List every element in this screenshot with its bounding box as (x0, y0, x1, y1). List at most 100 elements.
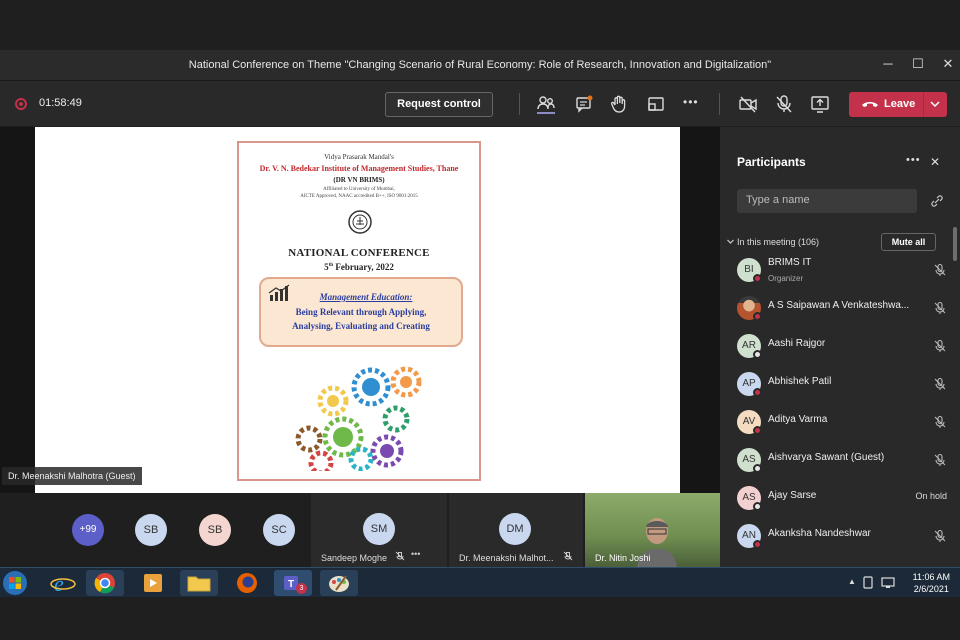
internet-explorer-app[interactable]: e (44, 570, 82, 596)
panel-more-button[interactable]: ••• (906, 154, 921, 166)
mic-off-icon[interactable] (933, 301, 947, 315)
poster-short-name: (DR VN BRIMS) (333, 176, 385, 184)
window-title-bar: National Conference on Theme "Changing S… (0, 50, 960, 80)
participant-name: Akanksha Nandeshwar (768, 528, 871, 539)
chevron-down-icon[interactable] (930, 101, 940, 108)
participant-search-input[interactable]: Type a name (737, 189, 917, 213)
media-player-app[interactable] (134, 570, 172, 596)
video-tile[interactable]: SM Sandeep Moghe ••• (311, 493, 447, 567)
poster-date: 5th February, 2022 (324, 262, 394, 272)
svg-text:e: e (54, 571, 64, 596)
panel-title: Participants (737, 155, 806, 169)
tile-more-button[interactable]: ••• (411, 549, 420, 559)
firefox-app[interactable] (228, 570, 266, 596)
minimize-button[interactable]: ─ (878, 56, 898, 74)
tray-expand-icon[interactable]: ▲ (848, 577, 856, 586)
share-screen-icon[interactable] (810, 94, 830, 114)
teams-app[interactable]: T 3 (274, 570, 312, 596)
leave-label: Leave (884, 98, 916, 110)
panel-close-button[interactable]: ✕ (930, 155, 940, 169)
mic-off-icon[interactable] (774, 94, 794, 114)
participant-row[interactable]: AV Aditya Varma (737, 406, 947, 444)
device-icon[interactable] (862, 576, 874, 589)
participants-panel: Participants ••• ✕ Type a name In this m… (720, 127, 960, 567)
presence-status-icon (753, 274, 762, 283)
clock-date: 2/6/2021 (913, 584, 949, 594)
request-control-button[interactable]: Request control (385, 92, 493, 117)
paint-app[interactable] (320, 570, 358, 596)
recording-icon (15, 98, 27, 110)
participant-name: Abhishek Patil (768, 376, 832, 387)
windows-start-icon[interactable] (2, 570, 28, 596)
mic-off-icon[interactable] (933, 529, 947, 543)
internet-explorer-icon: e (50, 571, 76, 596)
poster-event: NATIONAL CONFERENCE (288, 247, 430, 259)
mic-off-icon[interactable] (933, 263, 947, 277)
poster-affiliation-2: AICTE Approved, NAAC accredited B++, ISO… (300, 194, 418, 199)
participant-name: Aditya Varma (768, 414, 828, 425)
participant-row[interactable]: BI BRIMS IT Organizer (737, 254, 947, 292)
mic-off-icon[interactable] (933, 339, 947, 353)
participant-row[interactable]: AS Aishvarya Sawant (Guest) (737, 444, 947, 482)
participant-row[interactable]: A S Saipawan A Venkateshwa... (737, 292, 947, 330)
presence-status-icon (753, 312, 762, 321)
participant-row[interactable]: AN Akanksha Nandeshwar (737, 520, 947, 558)
theme-box: Management Education: Being Relevant thr… (259, 277, 463, 347)
mic-off-icon[interactable] (933, 377, 947, 391)
mic-off-icon[interactable] (933, 453, 947, 467)
share-invite-icon[interactable] (930, 194, 944, 208)
toolbar-divider (719, 93, 720, 115)
firefox-icon (237, 573, 257, 593)
chrome-icon (94, 573, 115, 594)
video-tile[interactable]: Dr. Nitin Joshi (585, 493, 720, 567)
leave-divider (923, 92, 924, 117)
raise-hand-icon[interactable] (609, 94, 629, 114)
mute-all-button[interactable]: Mute all (881, 233, 936, 251)
avatar: DM (499, 513, 531, 545)
meeting-timer: 01:58:49 (39, 97, 82, 109)
avatar: SB (199, 514, 231, 546)
participant-name: A S Saipawan A Venkateshwa... (768, 300, 910, 311)
leave-button[interactable]: Leave (849, 92, 947, 117)
tile-name: Dr. Nitin Joshi (595, 553, 651, 563)
media-player-icon (144, 574, 162, 592)
participant-row[interactable]: AP Abhishek Patil (737, 368, 947, 406)
participants-icon[interactable] (536, 94, 556, 114)
presence-status-icon (753, 426, 762, 435)
overflow-count[interactable]: +99 (72, 514, 104, 546)
avatar: SC (263, 514, 295, 546)
close-window-button[interactable]: ✕ (938, 56, 958, 74)
participant-name: BRIMS IT (768, 257, 812, 268)
participant-name: Aishvarya Sawant (Guest) (768, 452, 885, 463)
poster-affiliation-1: Affiliated to University of Mumbai, (323, 187, 395, 192)
system-clock[interactable]: 11:06 AM 2/6/2021 (913, 571, 950, 595)
gears-illustration (295, 366, 422, 471)
camera-off-icon[interactable] (738, 94, 758, 114)
chrome-app[interactable] (86, 570, 124, 596)
maximize-button[interactable]: ☐ (908, 56, 928, 74)
breakout-rooms-icon[interactable] (646, 94, 666, 114)
presence-status-icon (753, 350, 762, 359)
file-explorer-app[interactable] (180, 570, 218, 596)
chat-icon[interactable] (574, 94, 594, 114)
network-icon[interactable] (881, 576, 895, 589)
participant-role: Organizer (768, 274, 804, 283)
presence-status-icon (753, 540, 762, 549)
more-actions-button[interactable]: ••• (683, 95, 699, 109)
theme-title: Management Education: (319, 292, 413, 302)
collapse-chevron-icon[interactable] (727, 239, 734, 245)
video-tile[interactable]: DM Dr. Meenakshi Malhot... (449, 493, 583, 567)
participant-row[interactable]: AR Aashi Rajgor (737, 330, 947, 368)
theme-line-2: Analysing, Evaluating and Creating (292, 321, 430, 331)
presence-status-icon (753, 388, 762, 397)
svg-text:T: T (288, 579, 294, 590)
participant-name: Aashi Rajgor (768, 338, 826, 349)
panel-scrollbar[interactable] (953, 227, 957, 261)
notification-badge: 3 (296, 583, 307, 594)
participant-row[interactable]: AS Ajay Sarse On hold (737, 482, 947, 520)
presence-status-icon (753, 464, 762, 473)
mic-off-icon[interactable] (933, 415, 947, 429)
tile-name: Sandeep Moghe (321, 553, 388, 563)
windows-taskbar: e T 3 ▲ 11:06 AM 2/6/2021 (0, 567, 960, 597)
avatar: SB (135, 514, 167, 546)
